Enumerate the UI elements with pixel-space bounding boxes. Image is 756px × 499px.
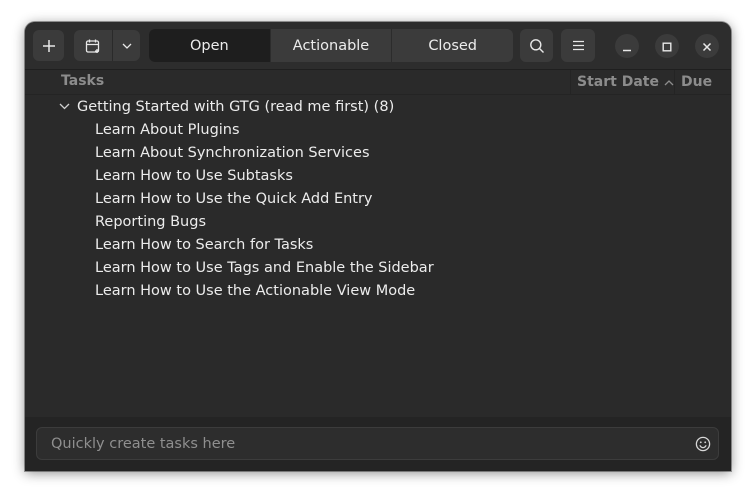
column-header-start-date[interactable]: Start Date <box>570 70 674 94</box>
task-title: Learn About Plugins <box>95 121 240 138</box>
new-subtask-split-button <box>74 30 140 61</box>
task-row-parent[interactable]: Getting Started with GTG (read me first)… <box>59 95 394 118</box>
plus-icon <box>42 39 56 53</box>
calendar-add-button[interactable] <box>74 30 114 61</box>
tab-closed[interactable]: Closed <box>392 29 513 62</box>
task-title: Learn About Synchronization Services <box>95 144 370 161</box>
gtg-window: Open Actionable Closed Tasks Start Date … <box>25 22 731 471</box>
task-row[interactable]: Reporting Bugs <box>95 210 206 233</box>
task-row[interactable]: Learn How to Search for Tasks <box>95 233 313 256</box>
column-header-due[interactable]: Due <box>674 70 712 94</box>
task-title: Reporting Bugs <box>95 213 206 230</box>
quick-add-bar <box>25 417 731 471</box>
header-bar: Open Actionable Closed <box>25 22 731 70</box>
task-title: Learn How to Search for Tasks <box>95 236 314 253</box>
quick-add-entry <box>36 427 719 460</box>
task-row[interactable]: Learn About Plugins <box>95 118 240 141</box>
close-button[interactable] <box>695 34 719 58</box>
calendar-add-icon <box>85 38 101 54</box>
chevron-down-icon <box>122 43 132 49</box>
task-list-header: Tasks Start Date Due <box>25 70 731 95</box>
task-title: Learn How to Use Subtasks <box>95 167 293 184</box>
close-icon <box>702 37 712 56</box>
task-row[interactable]: Learn How to Use Tags and Enable the Sid… <box>95 256 434 279</box>
quick-add-input[interactable] <box>37 434 688 453</box>
add-task-button[interactable] <box>33 30 64 61</box>
hamburger-menu-icon <box>572 40 585 51</box>
emoji-smiley-icon[interactable] <box>688 436 718 452</box>
chevron-up-icon <box>664 74 674 90</box>
calendar-dropdown-button[interactable] <box>113 30 140 61</box>
task-row[interactable]: Learn How to Use the Actionable View Mod… <box>95 279 415 302</box>
task-title: Getting Started with GTG (read me first)… <box>77 98 395 115</box>
column-header-start-date-label: Start Date <box>577 74 659 90</box>
task-row[interactable]: Learn How to Use the Quick Add Entry <box>95 187 373 210</box>
maximize-button[interactable] <box>655 34 679 58</box>
task-title: Learn How to Use the Quick Add Entry <box>95 190 373 207</box>
task-row[interactable]: Learn About Synchronization Services <box>95 141 370 164</box>
main-menu-button[interactable] <box>561 29 595 62</box>
task-title: Learn How to Use Tags and Enable the Sid… <box>95 259 434 276</box>
task-title: Learn How to Use the Actionable View Mod… <box>95 282 416 299</box>
expander-chevron-down-icon[interactable] <box>59 103 77 110</box>
tab-open[interactable]: Open <box>149 29 271 62</box>
minimize-button[interactable] <box>615 34 639 58</box>
search-icon <box>529 38 545 54</box>
task-row[interactable]: Learn How to Use Subtasks <box>95 164 293 187</box>
minimize-icon <box>622 37 632 56</box>
search-button[interactable] <box>520 29 553 62</box>
view-switcher: Open Actionable Closed <box>149 29 513 62</box>
tab-actionable[interactable]: Actionable <box>271 29 393 62</box>
column-header-tasks[interactable]: Tasks <box>61 73 104 89</box>
maximize-icon <box>662 37 672 56</box>
